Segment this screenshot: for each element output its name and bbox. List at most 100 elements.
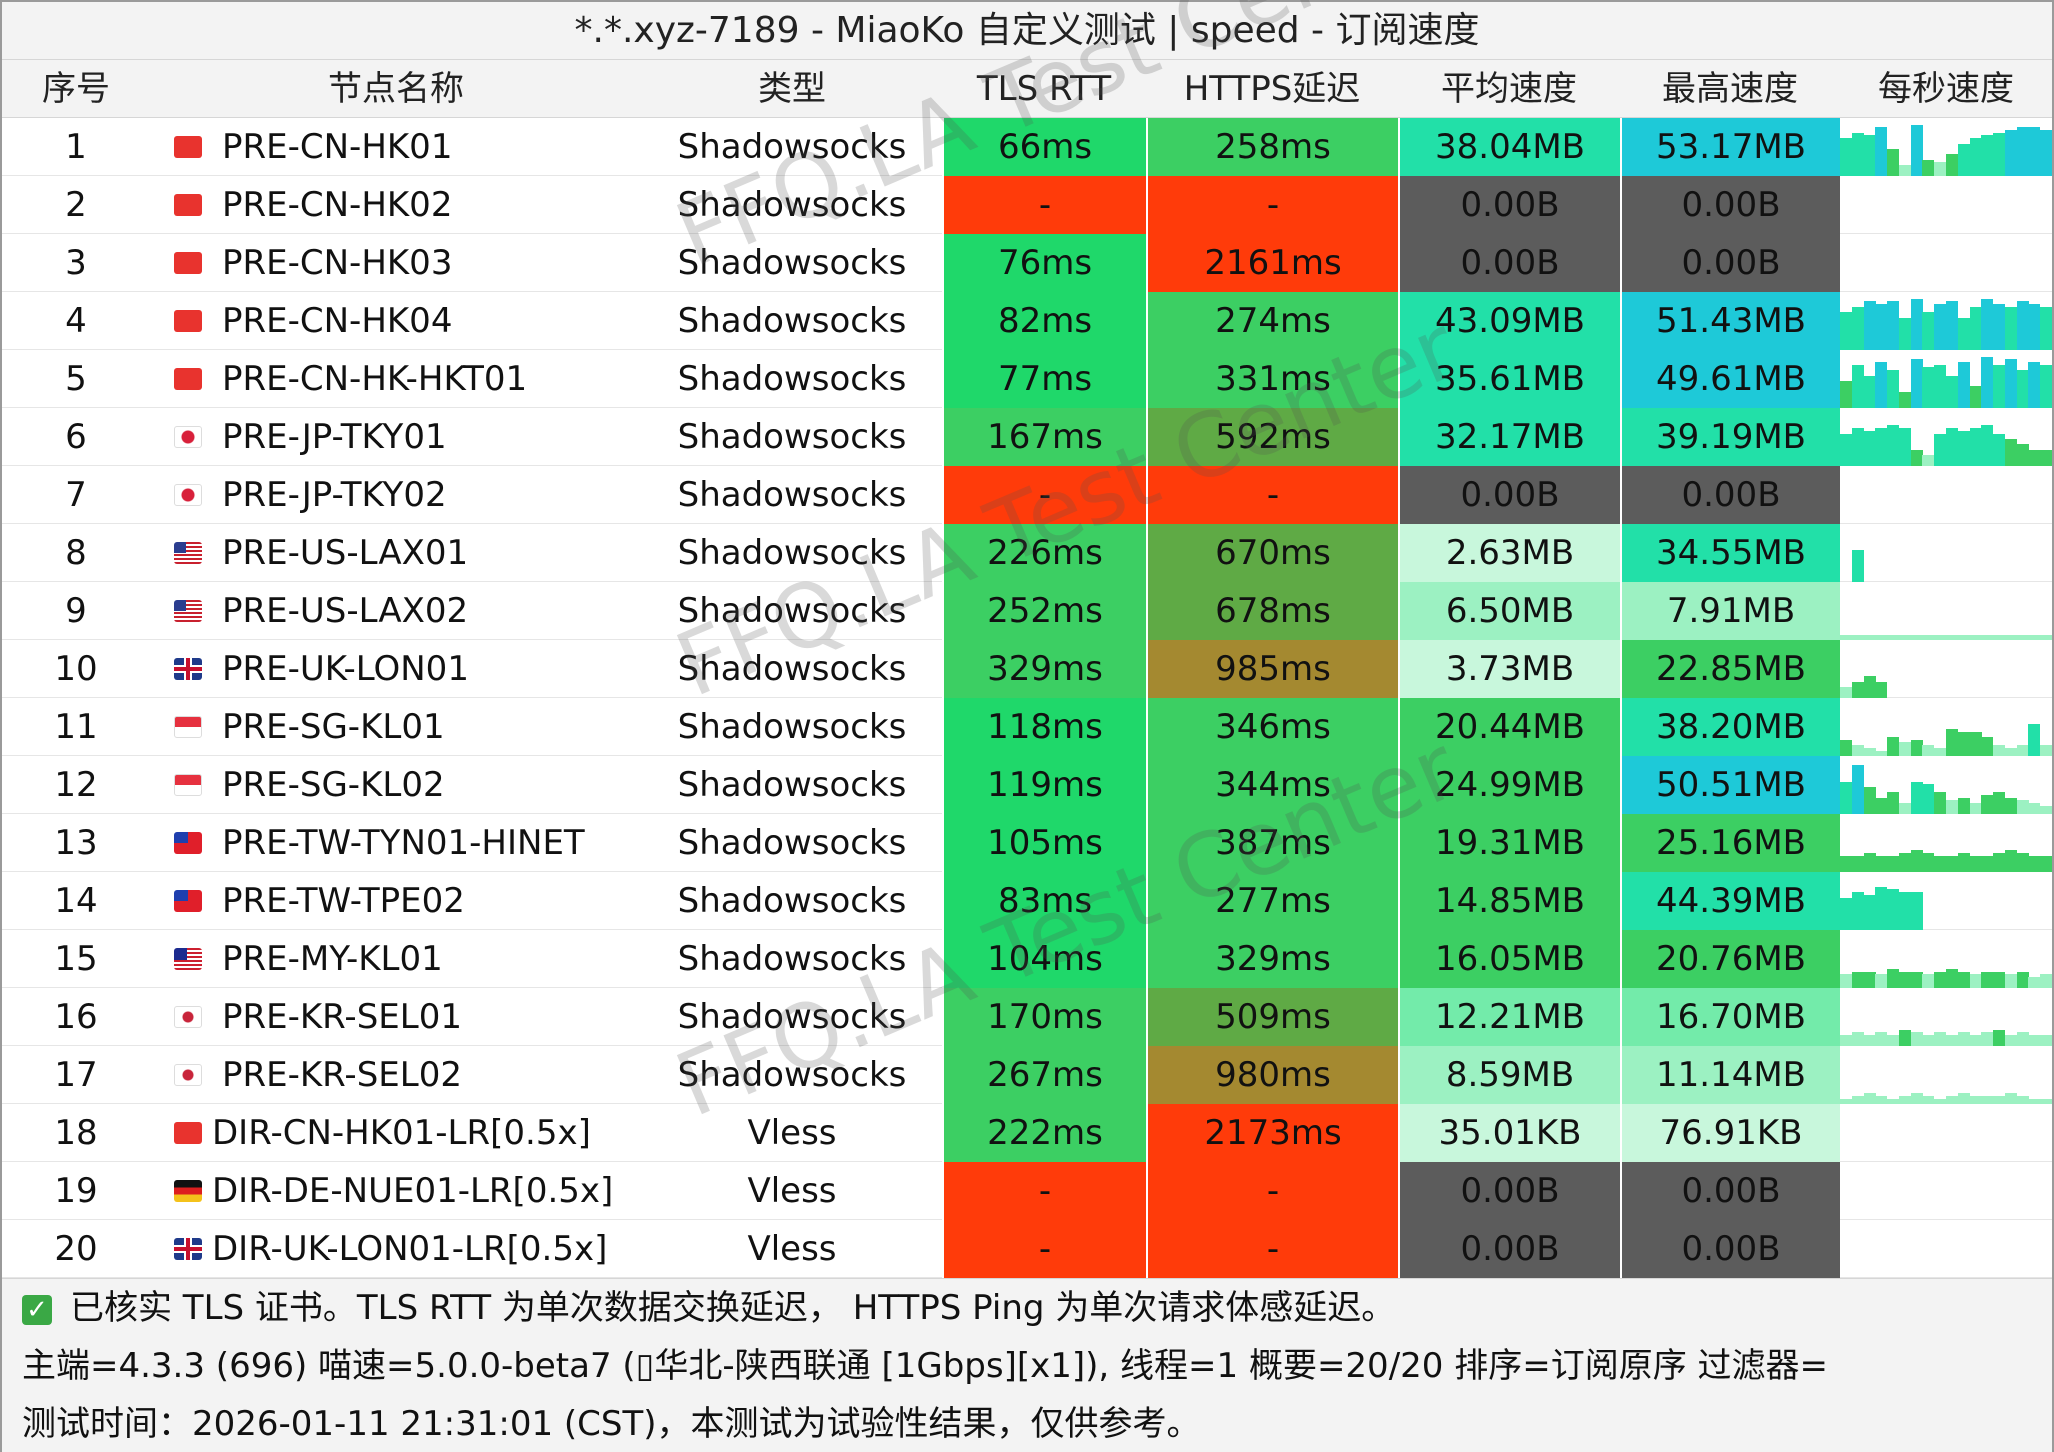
row-node-name: PRE-CN-HK-HKT01 (150, 350, 642, 408)
row-tls-rtt: 83ms (942, 872, 1146, 930)
sparkline-bar (2004, 850, 2017, 872)
row-node-name: PRE-KR-SEL01 (150, 988, 642, 1046)
sparkline-bar (1922, 160, 1935, 176)
sparkline-bar (1981, 972, 1994, 988)
row-max-speed: 49.61MB (1620, 350, 1840, 408)
sparkline-bar (1875, 304, 1888, 350)
row-per-second-sparkline (1840, 1162, 2052, 1220)
row-https-latency: 346ms (1146, 698, 1398, 756)
row-avg-speed: 14.85MB (1398, 872, 1620, 930)
hk-flag-icon (174, 1122, 202, 1144)
hk-flag-icon (174, 252, 202, 274)
row-node-name-label: PRE-JP-TKY01 (222, 417, 447, 457)
sparkline-bar (1993, 304, 2006, 350)
sparkline-bar (2004, 748, 2017, 756)
sparkline-bar (1863, 895, 1876, 930)
sparkline-bar (1863, 376, 1876, 408)
sparkline-bar (1898, 428, 1911, 466)
row-avg-speed: 2.63MB (1398, 524, 1620, 582)
row-node-name-label: PRE-KR-SEL02 (222, 1055, 462, 1095)
row-per-second-sparkline (1840, 698, 2052, 756)
row-index: 4 (65, 301, 87, 341)
sparkline-bar (2028, 856, 2041, 872)
row-tls-rtt: 222ms (942, 1104, 1146, 1162)
sparkline-bar (1851, 133, 1864, 176)
footer-tls-note: 已核实 TLS 证书。TLS RTT 为单次数据交换延迟， HTTPS Ping… (70, 1288, 1396, 1328)
row-index: 10 (54, 649, 98, 689)
row-max-speed: 76.91KB (1620, 1104, 1840, 1162)
sparkline-bar (1851, 892, 1864, 930)
row-node-name: PRE-JP-TKY01 (150, 408, 642, 466)
sparkline-bar (1981, 299, 1994, 350)
sparkline-bar (1910, 125, 1923, 176)
sparkline-bar (1910, 1032, 1923, 1046)
sparkline-bar (1957, 1032, 1970, 1046)
sparkline-bar (1922, 745, 1935, 756)
de-flag-icon (174, 1180, 202, 1202)
sparkline-bar (2016, 972, 2029, 988)
hk-flag-icon (174, 194, 202, 216)
sparkline-bar (1898, 972, 1911, 988)
sparkline-bar (1863, 1093, 1876, 1104)
row-node-name-label: DIR-CN-HK01-LR[0.5x] (212, 1113, 591, 1153)
sparkline-bar (2040, 450, 2052, 466)
row-https-latency: 277ms (1146, 872, 1398, 930)
sparkline-bar (2004, 1035, 2017, 1046)
row-per-second-sparkline (1840, 1104, 2052, 1162)
row-https-latency: 509ms (1146, 988, 1398, 1046)
row-node-name-label: PRE-CN-HK04 (222, 301, 453, 341)
sparkline-bar (2040, 307, 2052, 350)
row-avg-speed: 0.00B (1398, 466, 1620, 524)
row-max-speed: 11.14MB (1620, 1046, 1840, 1104)
sparkline-bar (1887, 737, 1900, 756)
sparkline-bar (1887, 370, 1900, 408)
table-row: 13 PRE-TW-TYN01-HINET Shadowsocks 105ms 387m… (2, 814, 2052, 872)
sparkline-bar (1993, 1030, 2006, 1046)
row-node-name: DIR-UK-LON01-LR[0.5x] (150, 1220, 642, 1278)
sparkline-bar (1946, 969, 1958, 988)
sparkline-bar (1934, 304, 1947, 350)
row-node-name: PRE-MY-KL01 (150, 930, 642, 988)
sparkline-bar (1875, 887, 1888, 930)
row-max-speed: 0.00B (1620, 176, 1840, 234)
row-node-name: PRE-UK-LON01 (150, 640, 642, 698)
row-tls-rtt: 82ms (942, 292, 1146, 350)
sparkline-bar (1993, 972, 2006, 988)
table-row: 8 PRE-US-LAX01 Shadowsocks 226ms 670ms 2.63MB… (2, 524, 2052, 582)
row-tls-rtt: - (942, 1162, 1146, 1220)
sparkline-bar (1993, 1096, 2006, 1104)
uk-flag-icon (174, 1238, 202, 1260)
row-max-speed: 16.70MB (1620, 988, 1840, 1046)
row-tls-rtt: - (942, 1220, 1146, 1278)
sparkline-bar (1981, 135, 1994, 176)
table-row: 15 PRE-MY-KL01 Shadowsocks 104ms 329ms 16.05M… (2, 930, 2052, 988)
sparkline-bar (1910, 972, 1923, 988)
sparkline-bar (1910, 782, 1923, 814)
row-avg-speed: 6.50MB (1398, 582, 1620, 640)
header-per-second-speed: 每秒速度 (1878, 69, 2014, 109)
sparkline-bar (1922, 367, 1935, 408)
sparkline-bar (1840, 1035, 1852, 1046)
row-per-second-sparkline (1840, 466, 2052, 524)
row-avg-speed: 32.17MB (1398, 408, 1620, 466)
row-tls-rtt: 77ms (942, 350, 1146, 408)
row-tls-rtt: 104ms (942, 930, 1146, 988)
sparkline-bar (1887, 969, 1900, 988)
sparkline-bar (1863, 431, 1876, 466)
row-node-name-label: PRE-JP-TKY02 (222, 475, 447, 515)
row-per-second-sparkline (1840, 234, 2052, 292)
footer-line-tls: ✓ 已核实 TLS 证书。TLS RTT 为单次数据交换延迟， HTTPS Pin… (22, 1279, 1395, 1337)
sparkline-bar (1910, 740, 1923, 756)
sparkline-bar (2016, 127, 2029, 176)
sparkline-bar (2016, 1096, 2029, 1104)
sparkline-bar (1851, 1032, 1864, 1046)
row-max-speed: 0.00B (1620, 466, 1840, 524)
sparkline-bar (1840, 898, 1852, 930)
row-node-name-label: PRE-CN-HK02 (222, 185, 453, 225)
sparkline-bar (1898, 165, 1911, 176)
sparkline-bar (1969, 803, 1982, 814)
sparkline-bar (1957, 318, 1970, 350)
sparkline-bar (1922, 1096, 1935, 1104)
row-https-latency: 2161ms (1146, 234, 1398, 292)
table-row: 11 PRE-SG-KL01 Shadowsocks 118ms 346ms 20.44M… (2, 698, 2052, 756)
